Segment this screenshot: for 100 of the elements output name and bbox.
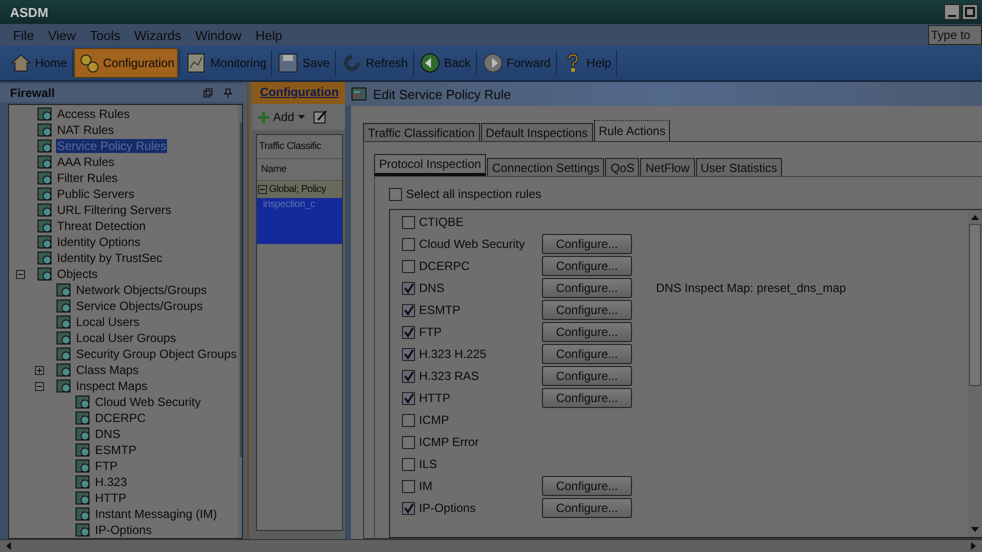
tree-item[interactable]: ESMTP — [94, 443, 138, 457]
tab[interactable]: Traffic Classification — [363, 123, 480, 141]
tree-node-icon — [37, 234, 53, 250]
configure-button[interactable]: Configure... — [542, 366, 632, 386]
toolbar-button[interactable]: Home — [6, 48, 72, 78]
menu-item[interactable]: Wizards — [127, 28, 188, 42]
tree-item[interactable]: IP-Options — [94, 523, 153, 537]
checkbox[interactable] — [402, 326, 415, 338]
tree-item[interactable]: DCERPC — [94, 411, 147, 425]
restore-icon[interactable] — [203, 88, 213, 98]
tree-item[interactable]: URL Filtering Servers — [56, 203, 172, 217]
tree-node-icon — [56, 346, 72, 362]
tree-item[interactable]: Access Rules — [56, 107, 131, 121]
menu-item[interactable]: File — [6, 28, 41, 42]
tab[interactable]: User Statistics — [696, 158, 782, 176]
minimize-icon[interactable] — [944, 4, 960, 20]
menu-item[interactable]: Tools — [82, 28, 128, 42]
panel-tab[interactable]: Configuration — [252, 82, 345, 104]
maximize-icon[interactable] — [962, 4, 978, 20]
scroll-left-icon[interactable] — [4, 541, 12, 551]
checkbox[interactable] — [402, 216, 415, 228]
checkbox[interactable] — [402, 238, 415, 250]
toolbar-button[interactable]: Help — [558, 48, 616, 78]
checkbox[interactable] — [402, 392, 415, 404]
tree-node-icon — [56, 330, 72, 346]
tree-item[interactable]: Service Policy Rules — [56, 139, 168, 153]
menu-item[interactable]: Window — [188, 28, 248, 42]
toolbar-button[interactable]: Monitoring — [181, 48, 270, 78]
tree-item[interactable]: Local User Groups — [75, 331, 178, 345]
tree-item[interactable]: FTP — [94, 459, 119, 473]
scroll-down-icon[interactable] — [970, 526, 980, 534]
tree-item[interactable]: Instant Messaging (IM) — [94, 507, 218, 521]
tree-node-icon — [37, 218, 53, 234]
tab[interactable]: Rule Actions — [594, 120, 670, 141]
tree-node-icon — [75, 474, 91, 490]
configure-button[interactable]: Configure... — [542, 300, 632, 320]
tab[interactable]: Connection Settings — [487, 158, 604, 176]
toolbar-button[interactable]: Save — [273, 48, 334, 78]
collapse-icon[interactable] — [258, 185, 267, 194]
menu-item[interactable]: Help — [248, 28, 290, 42]
menu-item[interactable]: View — [40, 28, 83, 42]
checkbox[interactable] — [402, 502, 415, 514]
toolbar-button[interactable]: Configuration — [74, 48, 178, 78]
pin-icon[interactable] — [223, 88, 233, 98]
tab[interactable]: Default Inspections — [480, 123, 593, 141]
checkbox[interactable] — [402, 436, 415, 448]
checkbox[interactable] — [402, 480, 415, 492]
configure-button[interactable]: Configure... — [542, 256, 632, 276]
edit-icon[interactable] — [313, 110, 328, 124]
checkbox[interactable] — [402, 260, 415, 272]
scrollbar[interactable] — [968, 210, 982, 537]
tree-item[interactable]: Network Objects/Groups — [75, 283, 208, 297]
tree-item[interactable]: HTTP — [94, 491, 128, 505]
tree-item[interactable]: Cloud Web Security — [94, 395, 202, 409]
tree-item[interactable]: Class Maps — [75, 363, 140, 377]
scrollbar[interactable] — [238, 105, 242, 538]
toolbar-button[interactable]: Refresh — [336, 48, 412, 78]
search-field[interactable]: Type to — [928, 25, 982, 45]
tree-item[interactable]: Identity Options — [56, 235, 142, 249]
configure-button[interactable]: Configure... — [542, 278, 632, 298]
tree-item[interactable]: Objects — [56, 267, 99, 281]
tree-item[interactable]: Identity by TrustSec — [56, 251, 164, 265]
tree-item[interactable]: Public Servers — [56, 187, 136, 201]
tree-item[interactable]: DNS — [94, 427, 122, 441]
tree-item[interactable]: Threat Detection — [56, 219, 147, 233]
checkbox[interactable] — [402, 370, 415, 382]
configure-button[interactable]: Configure... — [542, 498, 632, 518]
checkbox[interactable] — [402, 282, 415, 294]
configure-button[interactable]: Configure... — [542, 388, 632, 408]
tab[interactable]: NetFlow — [640, 158, 694, 176]
configure-button[interactable]: Configure... — [542, 234, 632, 254]
configure-button[interactable]: Configure... — [542, 476, 632, 496]
configure-button[interactable]: Configure... — [542, 344, 632, 364]
checkbox[interactable] — [402, 414, 415, 426]
gears-icon — [78, 52, 100, 74]
tree-item[interactable]: AAA Rules — [56, 155, 116, 169]
expander-icon[interactable] — [35, 366, 44, 374]
tree-item[interactable]: Local Users — [75, 315, 140, 329]
expander-icon[interactable] — [16, 270, 25, 278]
tab[interactable]: Protocol Inspection — [374, 154, 486, 176]
checkbox[interactable] — [402, 348, 415, 360]
scroll-up-icon[interactable] — [970, 213, 980, 221]
tree-item[interactable]: Inspect Maps — [75, 379, 148, 393]
checkbox[interactable] — [402, 458, 415, 470]
configure-button[interactable]: Configure... — [542, 322, 632, 342]
tree-item[interactable]: H.323 — [94, 475, 128, 489]
checkbox[interactable] — [402, 304, 415, 316]
toolbar-button[interactable]: Back — [414, 48, 475, 78]
tree-item[interactable]: Service Objects/Groups — [75, 299, 204, 313]
scroll-right-icon[interactable] — [970, 541, 978, 551]
tree-item[interactable]: Filter Rules — [56, 171, 119, 185]
checkbox[interactable] — [389, 188, 402, 200]
checkbox-label: DCERPC — [419, 259, 470, 273]
toolbar-button[interactable]: Forward — [478, 48, 555, 78]
tab[interactable]: QoS — [605, 158, 640, 176]
scrollbar[interactable] — [0, 539, 982, 552]
table-row[interactable]: inspection_c — [257, 198, 342, 244]
tree-item[interactable]: Security Group Object Groups — [75, 347, 238, 361]
expander-icon[interactable] — [35, 382, 44, 390]
tree-item[interactable]: NAT Rules — [56, 123, 115, 137]
